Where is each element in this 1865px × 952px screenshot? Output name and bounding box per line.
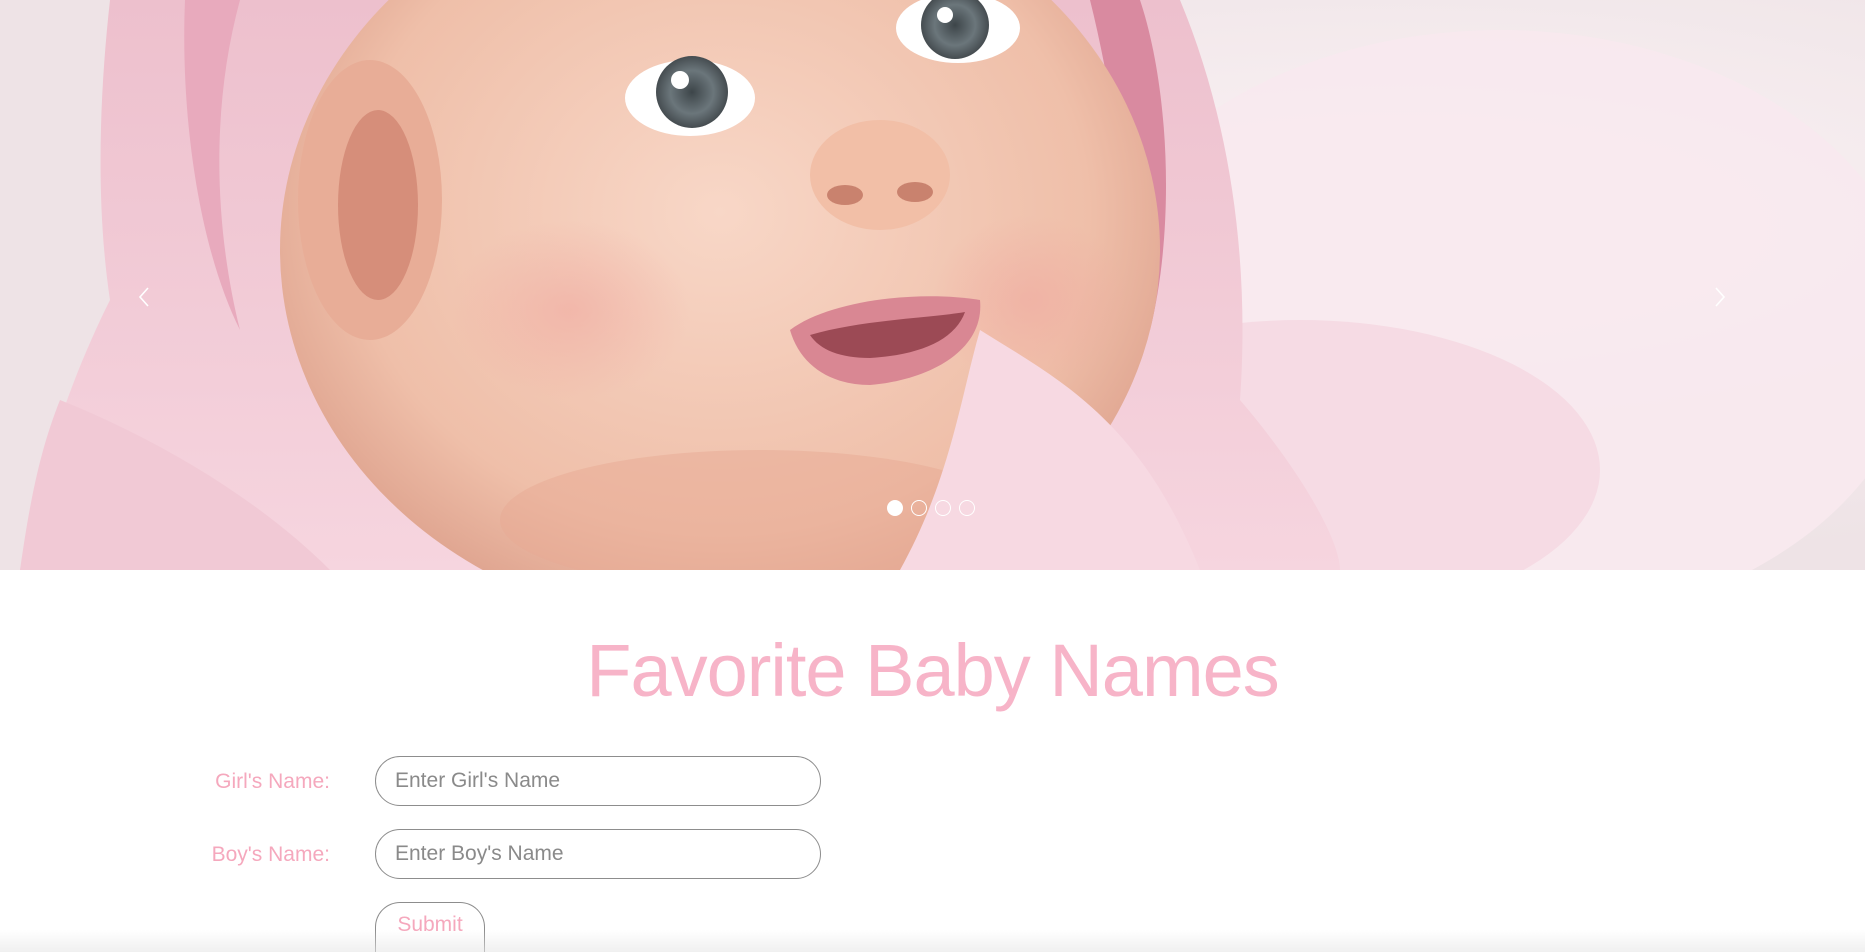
carousel-prev-button[interactable] <box>132 283 156 311</box>
girl-name-label: Girl's Name: <box>215 770 330 793</box>
chevron-right-icon <box>1715 287 1726 307</box>
carousel-indicator-2[interactable] <box>911 500 927 516</box>
carousel-next-button[interactable] <box>1708 283 1732 311</box>
girl-name-input[interactable] <box>375 756 821 806</box>
baby-photo <box>0 0 1865 570</box>
carousel-indicators <box>887 500 975 516</box>
carousel-indicator-3[interactable] <box>935 500 951 516</box>
image-carousel <box>0 0 1865 570</box>
boy-name-input[interactable] <box>375 829 821 879</box>
page-title: Favorite Baby Names <box>586 629 1280 712</box>
chevron-left-icon <box>138 287 149 307</box>
girl-name-row: Girl's Name: <box>0 756 900 806</box>
boy-name-label: Boy's Name: <box>211 843 330 866</box>
bottom-edge-shadow <box>0 930 1865 952</box>
carousel-indicator-4[interactable] <box>959 500 975 516</box>
carousel-indicator-1[interactable] <box>887 500 903 516</box>
submit-button[interactable]: Submit <box>375 902 485 952</box>
boy-name-row: Boy's Name: <box>0 829 900 879</box>
